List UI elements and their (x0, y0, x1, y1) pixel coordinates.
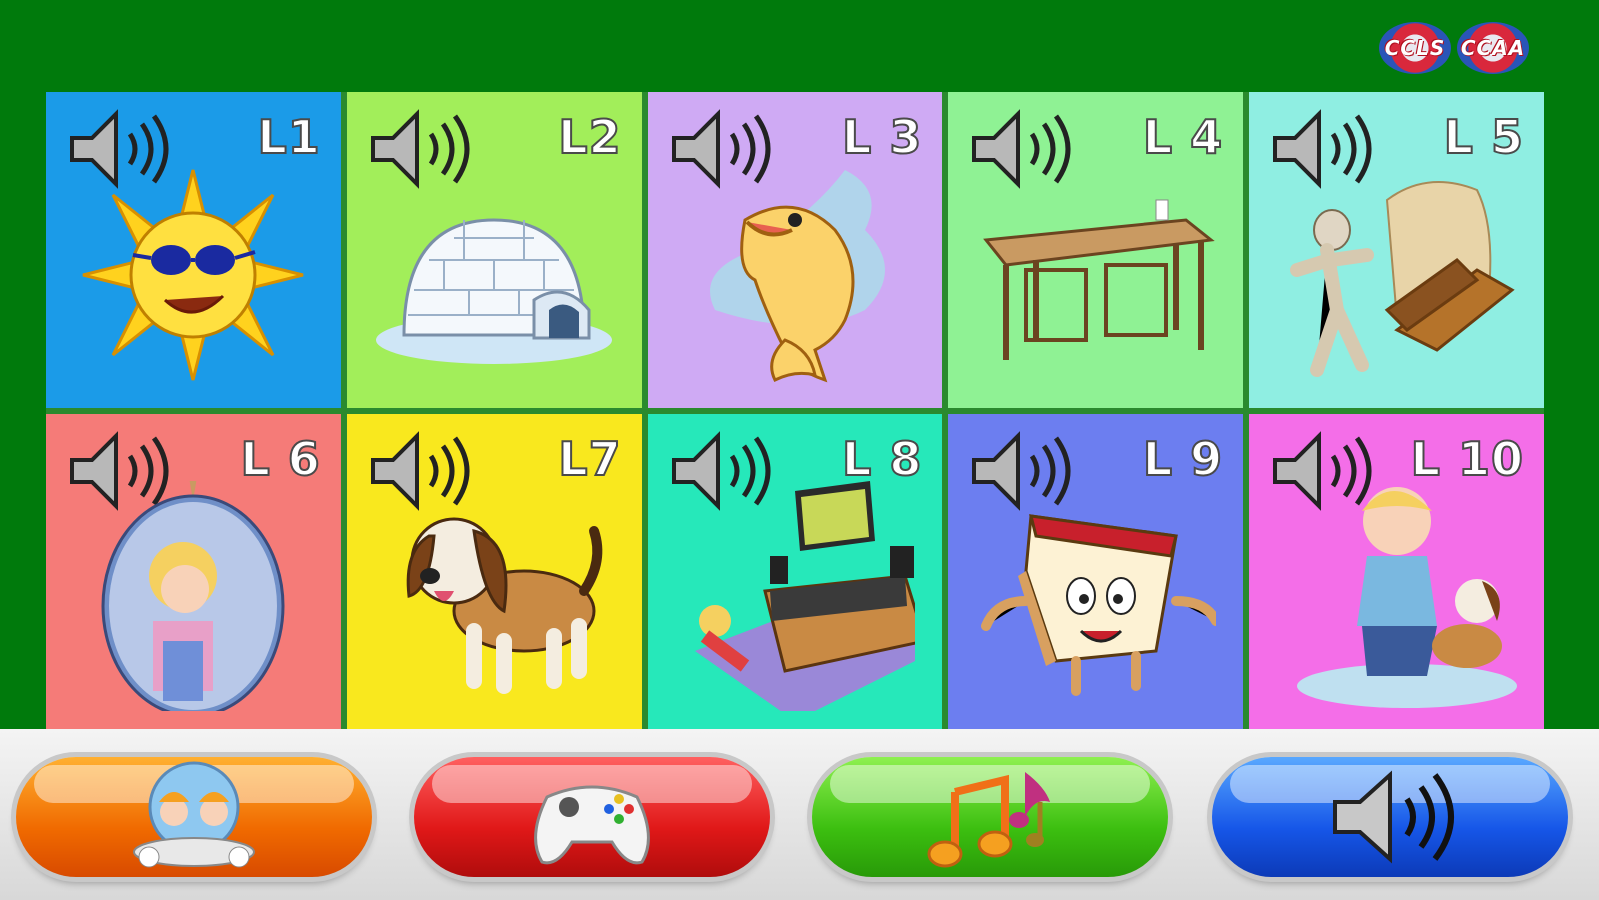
lesson-tile-4[interactable]: L 4 (948, 92, 1244, 408)
lesson-label: L 3 (841, 109, 923, 165)
lesson-tile-5[interactable]: L 5 (1249, 92, 1544, 408)
lesson-tile-7[interactable]: L7 (346, 413, 642, 729)
lesson-label: L1 (256, 109, 321, 165)
fish-picture (709, 169, 885, 383)
living-room-tv-picture (694, 481, 915, 712)
lesson-label: L 9 (1142, 431, 1224, 487)
lesson-grid: L1 L2 L 3 L 4 L 5 L 6 L7 L 8 L 9 L 10 (46, 92, 1544, 729)
lesson-label: L7 (557, 431, 622, 487)
lesson-tile-2[interactable]: L2 (346, 92, 642, 408)
lesson-tile-8[interactable]: L 8 (647, 413, 943, 729)
music-notes-icon (927, 772, 1050, 868)
ccls-logo-text: CCLS (1384, 36, 1446, 60)
lesson-label: L 8 (841, 431, 923, 487)
lesson-tile-9[interactable]: L 9 (948, 413, 1244, 729)
lesson-label: L 10 (1410, 431, 1524, 487)
ccaa-logo: CCAA (1457, 22, 1529, 74)
sun-picture (83, 169, 304, 381)
igloo-picture (376, 218, 613, 364)
lesson-label: L 4 (1142, 109, 1224, 165)
kids-globe-icon (133, 761, 255, 868)
lesson-tile-3[interactable]: L 3 (647, 92, 943, 408)
lesson-tile-1[interactable]: L1 (46, 92, 341, 408)
games-button[interactable] (414, 757, 770, 877)
table-and-chairs-picture (982, 199, 1215, 360)
boy-washing-dog-picture (1296, 487, 1517, 709)
girl-in-mirror-picture (101, 481, 285, 712)
lesson-label: L 5 (1443, 109, 1524, 165)
ccls-logo: CCLS (1379, 22, 1451, 74)
lesson-label: L2 (557, 109, 622, 165)
mummy-and-coffin-picture (1289, 180, 1515, 377)
characters-button[interactable] (16, 757, 372, 877)
ccaa-logo-text: CCAA (1460, 36, 1526, 60)
logo-group: CCLS CCAA (1379, 22, 1529, 74)
bottom-toolbar (0, 729, 1599, 900)
lesson-label: L 6 (239, 431, 321, 487)
cheesecake-picture (980, 514, 1216, 697)
audio-button[interactable] (1212, 757, 1568, 877)
songs-button[interactable] (812, 757, 1168, 877)
lesson-tile-10[interactable]: L 10 (1249, 413, 1544, 729)
speaker-icon (1333, 770, 1454, 864)
puppy-picture (406, 517, 603, 695)
lesson-tile-6[interactable]: L 6 (46, 413, 341, 729)
game-controller-icon (534, 785, 650, 865)
